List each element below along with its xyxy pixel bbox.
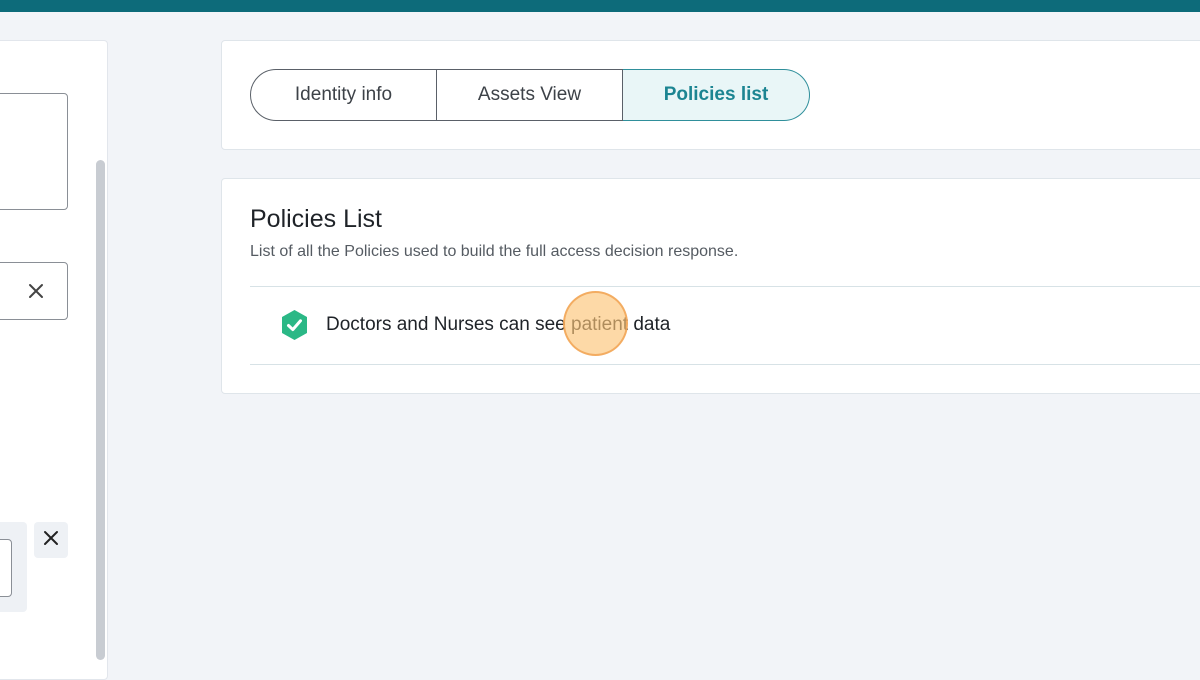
shield-check-icon — [280, 309, 309, 341]
policy-name: Doctors and Nurses can see patient data — [326, 314, 671, 335]
left-select-field[interactable] — [0, 262, 68, 320]
left-card-input[interactable] — [0, 539, 12, 597]
section-subtitle: List of all the Policies used to build t… — [250, 243, 739, 260]
section-title: Policies List — [250, 205, 382, 233]
scrollbar[interactable] — [96, 160, 105, 660]
tab-assets-view[interactable]: Assets View — [437, 69, 623, 121]
divider — [250, 364, 1200, 365]
policy-list-item[interactable]: Doctors and Nurses can see patient data — [250, 287, 1200, 364]
close-icon — [42, 529, 60, 552]
tab-identity-info[interactable]: Identity info — [250, 69, 437, 121]
close-button[interactable] — [34, 522, 68, 558]
tab-group: Identity info Assets View Policies list — [250, 69, 810, 121]
top-bar — [0, 0, 1200, 12]
left-textarea-field[interactable] — [0, 93, 68, 210]
clear-icon[interactable] — [25, 280, 47, 302]
tab-policies-list[interactable]: Policies list — [623, 69, 810, 121]
